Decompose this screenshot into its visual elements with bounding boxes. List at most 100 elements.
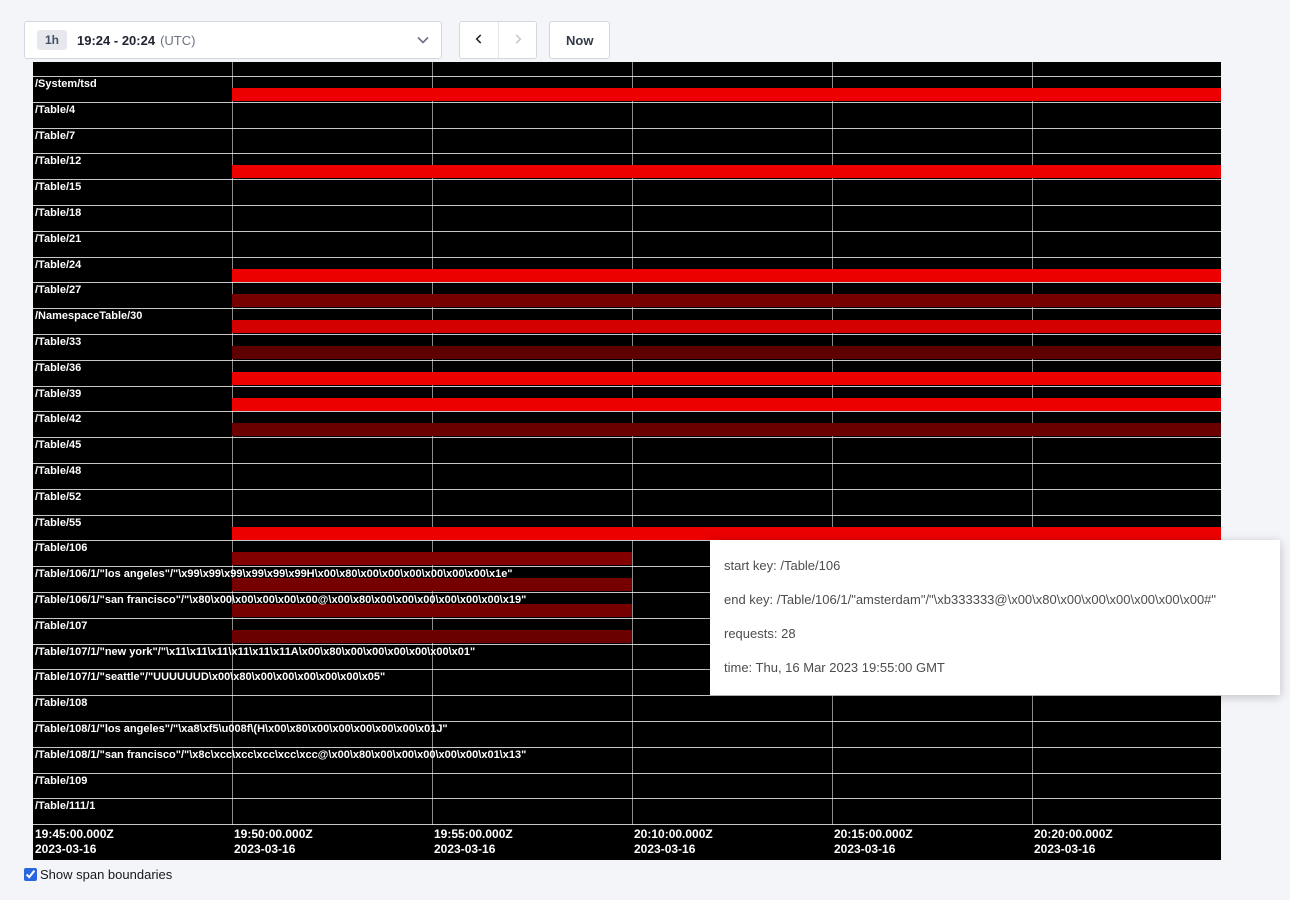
key-span-row[interactable]: /Table/4 <box>33 102 1221 128</box>
heat-cell[interactable] <box>432 294 632 307</box>
key-span-row[interactable]: /Table/18 <box>33 205 1221 231</box>
heat-cell[interactable] <box>832 269 1032 282</box>
key-span-row[interactable]: /Table/39 <box>33 386 1221 412</box>
heat-cell[interactable] <box>832 294 1032 307</box>
key-span-row[interactable]: /Table/48 <box>33 463 1221 489</box>
key-span-row[interactable]: /NamespaceTable/30 <box>33 308 1221 334</box>
now-button[interactable]: Now <box>549 21 610 59</box>
tooltip-start-key: start key: /Table/106 <box>724 549 1266 583</box>
heat-cell[interactable] <box>1032 346 1221 359</box>
heat-cell[interactable] <box>1032 423 1221 436</box>
heat-cell[interactable] <box>432 346 632 359</box>
heat-cell[interactable] <box>1032 294 1221 307</box>
key-span-label: /Table/52 <box>34 491 81 504</box>
heat-cell[interactable] <box>432 527 632 540</box>
key-span-row[interactable]: /Table/15 <box>33 179 1221 205</box>
key-span-row[interactable]: /Table/21 <box>33 231 1221 257</box>
heat-cell[interactable] <box>232 269 432 282</box>
heat-cell[interactable] <box>432 165 632 178</box>
heat-cell[interactable] <box>232 630 432 643</box>
heat-cell[interactable] <box>432 372 632 385</box>
heat-cell[interactable] <box>632 346 832 359</box>
heat-cell[interactable] <box>832 527 1032 540</box>
heat-cell[interactable] <box>832 165 1032 178</box>
key-span-row[interactable]: /Table/108 <box>33 695 1221 721</box>
heat-cell[interactable] <box>832 346 1032 359</box>
heat-cell[interactable] <box>632 372 832 385</box>
heat-cell[interactable] <box>632 320 832 333</box>
key-span-row[interactable]: /Table/109 <box>33 773 1221 799</box>
heat-cell[interactable] <box>832 372 1032 385</box>
key-span-row[interactable]: /Table/45 <box>33 437 1221 463</box>
x-axis-tick: 20:10:00.000Z2023-03-16 <box>634 827 713 857</box>
key-visualizer-canvas[interactable]: /System/tsd/Table/4/Table/7/Table/12/Tab… <box>33 62 1221 860</box>
heat-cell[interactable] <box>1032 372 1221 385</box>
heat-cell[interactable] <box>432 320 632 333</box>
key-span-label: /Table/107/1/"new york"/"\x11\x11\x11\x1… <box>34 646 475 659</box>
heat-cell[interactable] <box>232 398 432 411</box>
heat-cell[interactable] <box>232 552 432 565</box>
heat-cell[interactable] <box>632 398 832 411</box>
key-span-row[interactable]: /Table/55 <box>33 515 1221 541</box>
heat-cell[interactable] <box>432 630 632 643</box>
heat-cell[interactable] <box>632 88 832 101</box>
heat-cell[interactable] <box>232 294 432 307</box>
heat-cell[interactable] <box>232 320 432 333</box>
next-time-button[interactable] <box>498 22 536 58</box>
heat-cell[interactable] <box>1032 269 1221 282</box>
key-span-label: /Table/15 <box>34 181 81 194</box>
key-span-row[interactable]: /Table/27 <box>33 282 1221 308</box>
heat-cell[interactable] <box>1032 527 1221 540</box>
key-span-label: /Table/107/1/"seattle"/"UUUUUUD\x00\x80\… <box>34 671 385 684</box>
key-span-row[interactable]: /System/tsd <box>33 76 1221 102</box>
key-span-row[interactable]: /Table/108/1/"san francisco"/"\x8c\xcc\x… <box>33 747 1221 773</box>
key-span-row[interactable]: /Table/24 <box>33 257 1221 283</box>
heat-cell[interactable] <box>432 423 632 436</box>
heat-cell[interactable] <box>832 88 1032 101</box>
key-span-row[interactable]: /Table/12 <box>33 153 1221 179</box>
heat-cell[interactable] <box>232 346 432 359</box>
heat-cell[interactable] <box>632 423 832 436</box>
key-span-label: /Table/107 <box>34 620 87 633</box>
key-span-label: /Table/45 <box>34 439 81 452</box>
heat-cell[interactable] <box>1032 320 1221 333</box>
time-range-label: 19:24 - 20:24 <box>77 33 155 48</box>
heat-cell[interactable] <box>232 165 432 178</box>
heat-cell[interactable] <box>632 269 832 282</box>
key-span-row[interactable]: /Table/33 <box>33 334 1221 360</box>
key-span-label: /Table/111/1 <box>34 800 95 813</box>
heat-cell[interactable] <box>832 320 1032 333</box>
prev-time-button[interactable] <box>460 22 498 58</box>
heat-cell[interactable] <box>232 372 432 385</box>
show-span-boundaries-toggle[interactable]: Show span boundaries <box>24 867 172 882</box>
key-span-label: /Table/21 <box>34 233 81 246</box>
key-span-row[interactable]: /Table/111/1 <box>33 798 1221 824</box>
key-span-row[interactable]: /Table/52 <box>33 489 1221 515</box>
heat-cell[interactable] <box>232 423 432 436</box>
key-span-row[interactable]: /Table/36 <box>33 360 1221 386</box>
heat-cell[interactable] <box>432 269 632 282</box>
heat-cell[interactable] <box>1032 165 1221 178</box>
heat-cell[interactable] <box>432 398 632 411</box>
heat-cell[interactable] <box>232 88 432 101</box>
heat-cell[interactable] <box>232 527 432 540</box>
heat-cell[interactable] <box>432 88 632 101</box>
heat-cell[interactable] <box>632 294 832 307</box>
heat-cell[interactable] <box>432 552 632 565</box>
hover-tooltip: start key: /Table/106 end key: /Table/10… <box>710 540 1280 695</box>
heat-cell[interactable] <box>1032 88 1221 101</box>
heat-cell[interactable] <box>632 165 832 178</box>
key-span-row[interactable]: /Table/42 <box>33 411 1221 437</box>
key-span-row[interactable]: /Table/108/1/"los angeles"/"\xa8\xf5\u00… <box>33 721 1221 747</box>
time-range-picker[interactable]: 1h 19:24 - 20:24 (UTC) <box>24 21 442 59</box>
key-span-row[interactable]: /Table/7 <box>33 128 1221 154</box>
heat-cell[interactable] <box>832 398 1032 411</box>
heat-cell[interactable] <box>832 423 1032 436</box>
heat-cell[interactable] <box>1032 398 1221 411</box>
key-span-label: /Table/108/1/"los angeles"/"\xa8\xf5\u00… <box>34 723 448 736</box>
key-span-label: /Table/108 <box>34 697 87 710</box>
chevron-down-icon <box>417 36 429 44</box>
key-span-label: /Table/108/1/"san francisco"/"\x8c\xcc\x… <box>34 749 526 762</box>
heat-cell[interactable] <box>632 527 832 540</box>
show-span-boundaries-checkbox[interactable] <box>24 868 37 881</box>
